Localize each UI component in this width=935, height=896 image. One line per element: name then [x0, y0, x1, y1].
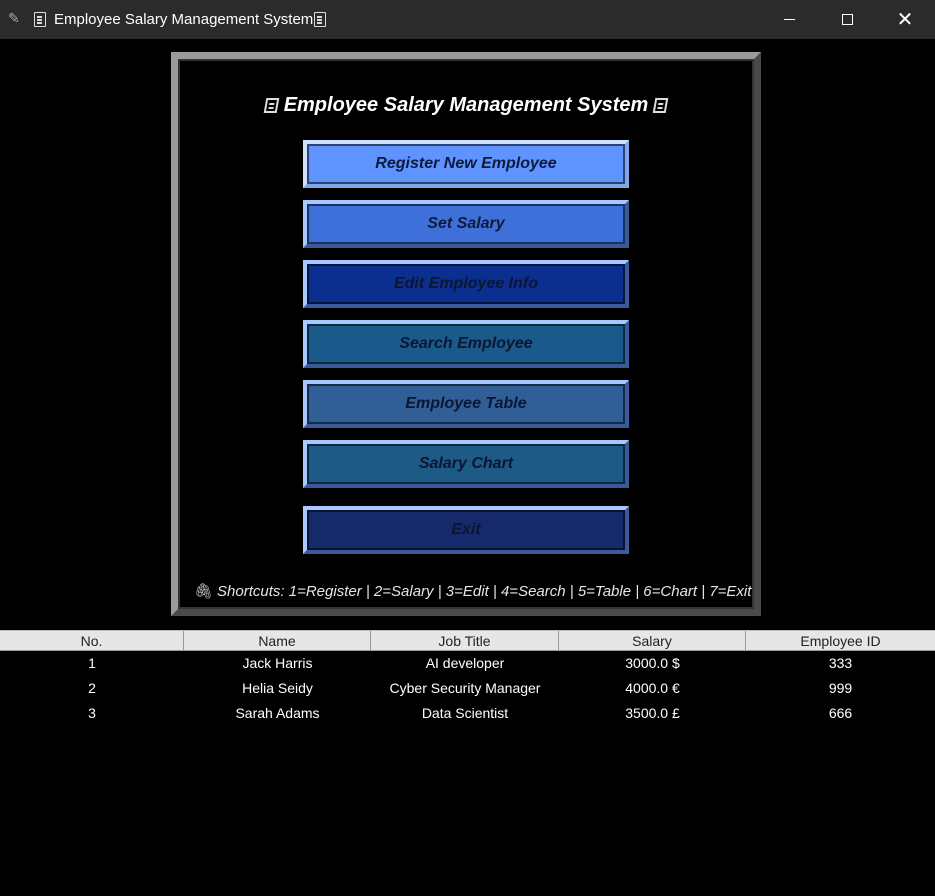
- salary-chart-button[interactable]: Salary Chart: [303, 440, 629, 488]
- ledger-icon: [314, 12, 326, 27]
- button-label: Employee Table: [405, 395, 527, 412]
- table-cell-employee-id: 666: [828, 705, 853, 721]
- table-header: No. Name Job Title Salary Employee ID: [0, 630, 935, 651]
- column-header-salary[interactable]: Salary: [559, 631, 746, 651]
- table-cell-job-title: Cyber Security Manager: [389, 680, 541, 696]
- table-cell-employee-id: 333: [828, 655, 853, 671]
- minimize-icon: [783, 19, 795, 20]
- table-cell-job-title: Data Scientist: [421, 705, 509, 721]
- register-employee-button[interactable]: Register New Employee: [303, 140, 629, 188]
- table-cell-no: 2: [88, 680, 96, 696]
- minimize-button[interactable]: [766, 0, 812, 39]
- close-icon: ✕: [896, 9, 914, 31]
- button-label: Register New Employee: [375, 155, 557, 172]
- table-cell-name: Helia Seidy: [242, 680, 313, 696]
- column-header-job-title[interactable]: Job Title: [371, 631, 559, 651]
- title-bar: ✎ Employee Salary Management System ✕: [0, 0, 935, 39]
- search-employee-button[interactable]: Search Employee: [303, 320, 629, 368]
- table-cell-name: Sarah Adams: [235, 705, 320, 721]
- button-label: Search Employee: [399, 335, 533, 352]
- ledger-icon: [34, 12, 46, 27]
- table-row[interactable]: 3 Sarah Adams Data Scientist 3500.0 £ 666: [0, 701, 935, 726]
- table-cell-job-title: AI developer: [425, 655, 505, 671]
- window-title: Employee Salary Management System: [54, 11, 314, 28]
- table-cell-no: 3: [88, 705, 96, 721]
- maximize-button[interactable]: [824, 0, 870, 39]
- edit-employee-button[interactable]: Edit Employee Info: [303, 260, 629, 308]
- ledger-icon: [263, 98, 280, 113]
- column-header-name[interactable]: Name: [184, 631, 371, 651]
- column-header-no[interactable]: No.: [0, 631, 184, 651]
- set-salary-button[interactable]: Set Salary: [303, 200, 629, 248]
- table-cell-salary: 3500.0 £: [625, 705, 680, 721]
- table-cell-name: Jack Harris: [242, 655, 313, 671]
- ledger-icon: [652, 98, 669, 113]
- paperclip-icon: 🖇: [194, 583, 214, 600]
- button-label: Exit: [451, 521, 481, 538]
- heading-text: Employee Salary Management System: [283, 94, 649, 116]
- main-menu-panel: Employee Salary Management System Regist…: [171, 52, 761, 616]
- maximize-icon: [841, 14, 853, 25]
- shortcuts-text: Shortcuts: 1=Register | 2=Salary | 3=Edi…: [217, 583, 752, 600]
- table-body: 1 Jack Harris AI developer 3000.0 $ 333 2 Heli…: [0, 651, 935, 726]
- table-row[interactable]: 2 Helia Seidy Cyber Security Manager 4000.0…: [0, 676, 935, 701]
- table-cell-salary: 4000.0 €: [625, 680, 680, 696]
- table-cell-salary: 3000.0 $: [625, 655, 680, 671]
- table-cell-no: 1: [88, 655, 96, 671]
- employee-table: No. Name Job Title Salary Employee ID 1 Jack …: [0, 630, 935, 726]
- button-label: Set Salary: [427, 215, 505, 232]
- table-row[interactable]: 1 Jack Harris AI developer 3000.0 $ 333: [0, 651, 935, 676]
- button-label: Salary Chart: [418, 455, 514, 472]
- page-title: Employee Salary Management System: [178, 94, 754, 117]
- feather-icon: ✎: [8, 10, 20, 26]
- button-label: Edit Employee Info: [393, 275, 538, 292]
- employee-table-button[interactable]: Employee Table: [303, 380, 629, 428]
- close-button[interactable]: ✕: [882, 0, 928, 39]
- exit-button[interactable]: Exit: [303, 506, 629, 554]
- column-header-employee-id[interactable]: Employee ID: [746, 631, 935, 651]
- shortcuts-hint: 🖇 Shortcuts: 1=Register | 2=Salary | 3=Ed…: [194, 582, 751, 600]
- table-cell-employee-id: 999: [828, 680, 853, 696]
